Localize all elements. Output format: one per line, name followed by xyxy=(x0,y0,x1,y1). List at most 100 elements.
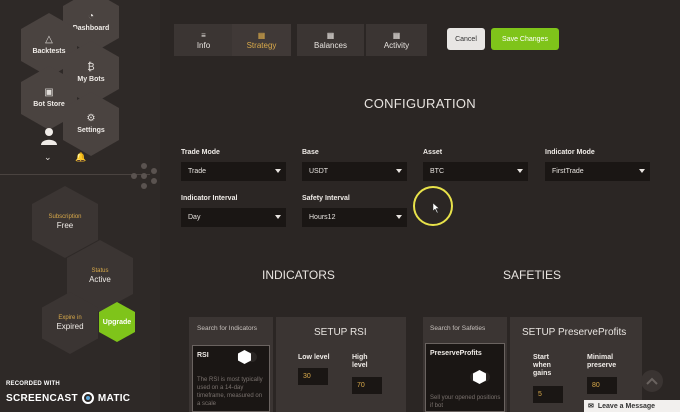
caret-down-icon xyxy=(517,169,523,173)
chevron-down-icon[interactable]: ⌄ xyxy=(44,152,52,163)
minimal-preserve-label: Minimal preserve xyxy=(587,354,617,369)
indicator-name: RSI xyxy=(197,352,209,359)
configuration-title: CONFIGURATION xyxy=(364,96,476,111)
gauge-icon: ◔ xyxy=(87,11,95,22)
leave-message-label: Leave a Message xyxy=(597,402,656,410)
sidebar-item-label: Settings xyxy=(77,127,105,134)
setup-rsi-title: SETUP RSI xyxy=(314,327,367,338)
preserve-profits-toggle[interactable] xyxy=(470,370,490,384)
watermark-caption: RECORDED WITH xyxy=(6,381,60,387)
safety-name: PreserveProfits xyxy=(430,350,482,357)
tab-activity[interactable]: ▦ Activity xyxy=(366,24,428,56)
safeties-title: SAFETIES xyxy=(503,268,562,282)
screencast-logo-icon xyxy=(81,392,94,404)
safeties-search[interactable]: Search for Safeties xyxy=(430,325,485,332)
base-select[interactable]: USDT xyxy=(302,162,407,181)
base-value: USDT xyxy=(309,168,329,175)
indicator-mode-select[interactable]: FirstTrade xyxy=(545,162,650,181)
safety-card-preserve-profits[interactable]: PreserveProfits Sell your opened positio… xyxy=(425,343,505,412)
list-icon: ≡ xyxy=(201,30,206,40)
sidebar-item-label: Bot Store xyxy=(33,101,65,108)
upgrade-label: Upgrade xyxy=(102,318,132,326)
calendar-icon: ▦ xyxy=(392,30,401,40)
toggle-knob xyxy=(473,370,486,384)
indicator-description: The RSI is most typically used on a 14-d… xyxy=(197,377,263,407)
tab-label: Activity xyxy=(383,40,410,50)
setup-preserve-profits-panel: SETUP PreserveProfits Start when gains 5… xyxy=(510,317,642,412)
tab-label: Strategy xyxy=(246,40,277,50)
trade-mode-value: Trade xyxy=(188,168,207,175)
safety-interval-select[interactable]: Hours12 xyxy=(302,208,407,227)
expire-value: Expired xyxy=(56,322,84,331)
calendar-icon: ▦ xyxy=(326,30,335,40)
bell-icon[interactable]: 🔔 xyxy=(75,152,86,163)
mouse-pointer-icon xyxy=(433,203,440,213)
network-icon xyxy=(131,163,157,189)
start-when-gains-input[interactable]: 5 xyxy=(533,386,563,403)
trade-mode-label: Trade Mode xyxy=(181,149,220,156)
caret-down-icon xyxy=(275,169,281,173)
cancel-button[interactable]: Cancel xyxy=(447,28,485,50)
gear-icon: ⚙ xyxy=(86,113,96,124)
indicators-title: INDICATORS xyxy=(262,268,335,282)
indicator-mode-value: FirstTrade xyxy=(552,168,584,175)
sidebar-item-label: My Bots xyxy=(77,76,105,83)
status-value: Active xyxy=(89,275,111,284)
low-level-input[interactable]: 30 xyxy=(298,368,328,385)
setup-rsi-panel: SETUP RSI Low level 30 High level 70 xyxy=(276,317,406,412)
tab-info[interactable]: ≡ Info xyxy=(174,24,234,56)
safety-interval-value: Hours12 xyxy=(309,214,336,221)
subscription-value: Free xyxy=(56,221,74,230)
watermark-brand: SCREENCAST MATIC xyxy=(6,392,130,404)
indicators-search[interactable]: Search for Indicators xyxy=(197,325,257,332)
sidebar-item-label: Backtests xyxy=(32,48,66,55)
indicator-mode-label: Indicator Mode xyxy=(545,149,595,156)
tab-balances[interactable]: ▦ Balances xyxy=(297,24,365,56)
start-when-gains-label: Start when gains xyxy=(533,354,552,377)
indicator-interval-select[interactable]: Day xyxy=(181,208,286,227)
high-level-label: High level xyxy=(352,354,368,369)
sidebar: ◔ Dashboard △ Backtests ₿ My Bots ▣ Bot … xyxy=(0,0,160,412)
trade-mode-select[interactable]: Trade xyxy=(181,162,286,181)
calendar-icon: ▦ xyxy=(257,30,266,40)
safeties-list-panel: Search for Safeties PreserveProfits Sell… xyxy=(423,317,507,412)
sidebar-item-label: Dashboard xyxy=(72,25,110,32)
toggle-knob xyxy=(238,350,251,364)
watermark-brand-left: SCREENCAST xyxy=(6,392,78,404)
safety-description: Sell your opened positions if bot xyxy=(430,395,501,409)
envelope-icon: ✉ xyxy=(588,403,594,410)
asset-value: BTC xyxy=(430,168,444,175)
setup-preserve-profits-title: SETUP PreserveProfits xyxy=(522,327,627,338)
flask-icon: △ xyxy=(45,34,53,45)
leave-message-button[interactable]: ✉ Leave a Message xyxy=(584,400,680,412)
save-changes-button[interactable]: Save Changes xyxy=(491,28,559,50)
indicator-card-rsi[interactable]: RSI The RSI is most typically used on a … xyxy=(192,345,270,412)
caret-down-icon xyxy=(639,169,645,173)
indicator-interval-label: Indicator Interval xyxy=(181,195,238,202)
asset-select[interactable]: BTC xyxy=(423,162,528,181)
low-level-label: Low level xyxy=(298,354,330,361)
safety-interval-label: Safety Interval xyxy=(302,195,350,202)
asset-label: Asset xyxy=(423,149,443,156)
indicator-interval-value: Day xyxy=(188,214,201,221)
bag-icon: ▣ xyxy=(44,87,54,98)
expire-label: Expire in xyxy=(58,315,82,321)
chevron-up-icon xyxy=(646,377,658,385)
watermark-brand-right: MATIC xyxy=(97,392,131,404)
tab-label: Info xyxy=(196,40,211,50)
caret-down-icon xyxy=(396,215,402,219)
user-icon[interactable] xyxy=(40,127,58,145)
status-label: Status xyxy=(91,268,109,274)
caret-down-icon xyxy=(275,215,281,219)
subscription-label: Subscription xyxy=(48,214,82,220)
tab-label: Balances xyxy=(314,40,347,50)
bitcoin-icon: ₿ xyxy=(87,62,95,73)
tab-strategy[interactable]: ▦ Strategy xyxy=(232,24,292,56)
base-label: Base xyxy=(302,149,319,156)
rsi-toggle[interactable] xyxy=(237,350,257,364)
high-level-input[interactable]: 70 xyxy=(352,377,382,394)
scroll-to-top-button[interactable] xyxy=(641,370,663,392)
minimal-preserve-input[interactable]: 80 xyxy=(587,377,617,394)
caret-down-icon xyxy=(396,169,402,173)
indicators-list-panel: Search for Indicators RSI The RSI is mos… xyxy=(189,317,273,412)
